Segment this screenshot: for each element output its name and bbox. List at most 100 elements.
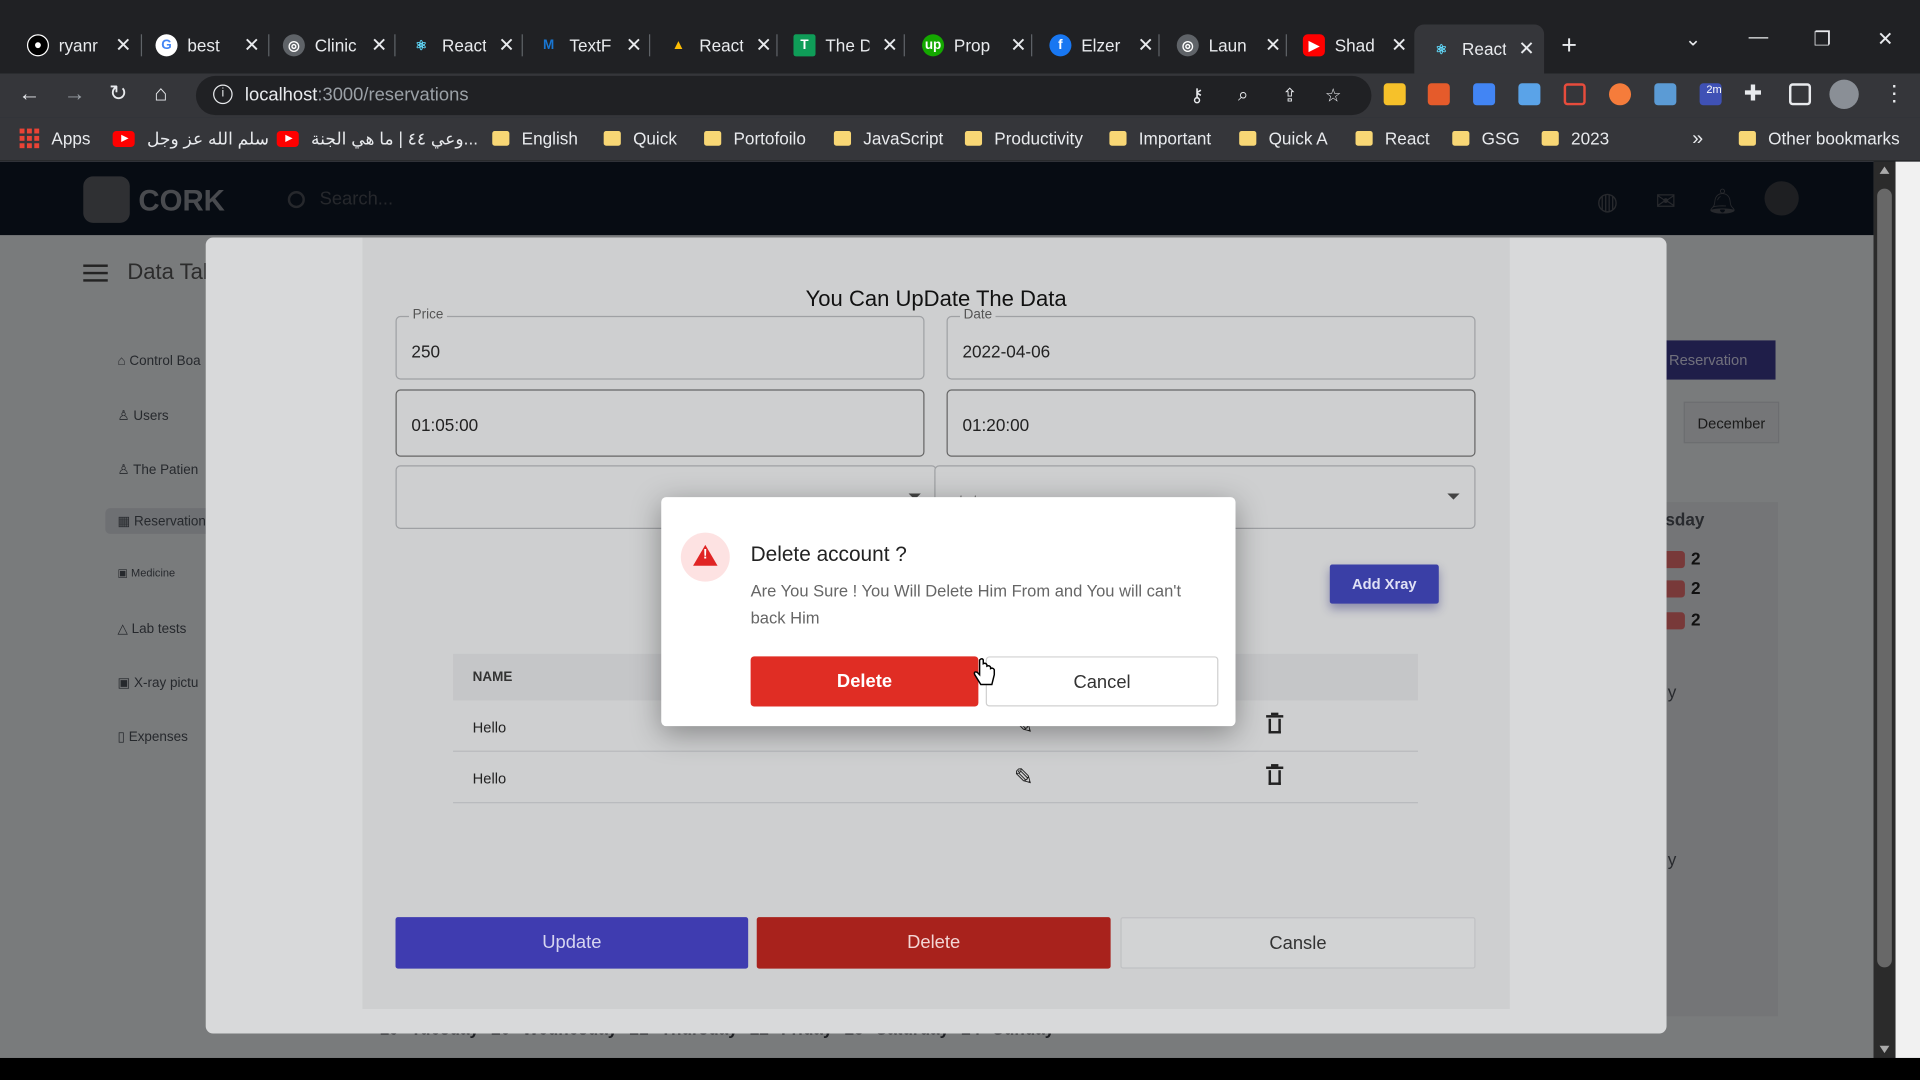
reload-icon[interactable]: ↻	[109, 81, 127, 107]
share-icon[interactable]: ⇪	[1282, 84, 1297, 107]
bookmarks-overflow-icon[interactable]: »	[1692, 129, 1703, 151]
start-time-field[interactable]: 01:05:00	[395, 389, 925, 457]
extension-icon[interactable]	[1383, 83, 1406, 106]
bookmark-important[interactable]: Important	[1109, 129, 1211, 148]
confirm-delete-button[interactable]: Delete	[750, 656, 979, 707]
add-xray-button[interactable]: Add Xray	[1329, 564, 1439, 604]
bookmark-youtube-1[interactable]: سلم الله عز وجل	[112, 129, 269, 150]
address-bar[interactable]: i localhost:3000/reservations ⚷ ⌕ ⇪ ☆	[195, 75, 1372, 116]
back-icon[interactable]: ←	[18, 81, 40, 107]
forward-icon[interactable]: →	[64, 81, 86, 107]
close-icon[interactable]: ✕	[1518, 37, 1534, 61]
folder-icon	[492, 131, 510, 146]
close-icon[interactable]: ✕	[1391, 33, 1407, 57]
pencil-icon[interactable]: ✎	[1014, 764, 1033, 792]
hand-cursor-icon	[973, 658, 996, 686]
tab-divider	[140, 34, 143, 57]
bookmark-quick-a[interactable]: Quick A	[1239, 129, 1328, 148]
tab-search-icon[interactable]: ⌄	[1685, 27, 1701, 51]
warning-icon	[680, 532, 730, 582]
trash-icon[interactable]	[1266, 712, 1284, 734]
bookmark-productivity[interactable]: Productivity	[964, 129, 1083, 148]
bookmark-english[interactable]: English	[492, 129, 578, 148]
bookmark-portofoilo[interactable]: Portofoilo	[704, 129, 806, 148]
close-icon[interactable]: ✕	[756, 33, 772, 57]
translate-icon[interactable]	[1473, 83, 1496, 106]
close-icon[interactable]: ✕	[1138, 33, 1154, 57]
profile-avatar[interactable]	[1829, 79, 1859, 109]
extension-todoist-icon[interactable]	[1427, 83, 1450, 106]
cancel-button[interactable]: Cansle	[1120, 917, 1476, 969]
close-icon[interactable]: ✕	[244, 33, 260, 57]
close-window-icon[interactable]: ✕	[1877, 27, 1893, 51]
extension-timer-icon[interactable]: 2m	[1699, 83, 1722, 106]
folder-icon	[833, 131, 852, 146]
dialog-cancel-button[interactable]: Cancel	[985, 656, 1219, 707]
extension-icon[interactable]	[1518, 83, 1541, 106]
close-icon[interactable]: ✕	[115, 33, 131, 57]
row-name: Hello	[472, 770, 507, 788]
tab-textf[interactable]: M TextF ✕	[538, 27, 642, 64]
scrollbar-thumb[interactable]	[1877, 188, 1892, 968]
new-tab-icon[interactable]: +	[1561, 29, 1577, 61]
sidepanel-icon[interactable]	[1788, 83, 1812, 106]
tab-clinic[interactable]: ◎ Clinic ✕	[282, 27, 387, 64]
minimize-icon[interactable]: —	[1749, 27, 1769, 49]
close-icon[interactable]: ✕	[371, 33, 387, 57]
tab-youtube[interactable]: ▶ Shad ✕	[1302, 27, 1407, 64]
key-icon[interactable]: ⚷	[1190, 84, 1203, 107]
row-name: Hello	[472, 718, 507, 736]
end-time-field[interactable]: 01:20:00	[946, 389, 1476, 457]
tab-launch[interactable]: ◎ Laun ✕	[1176, 27, 1281, 64]
tab-sheets[interactable]: T The D ✕	[793, 27, 898, 64]
close-icon[interactable]: ✕	[1265, 33, 1281, 57]
tab-divider	[521, 34, 523, 57]
bookmark-other[interactable]: Other bookmarks	[1738, 129, 1900, 148]
close-icon[interactable]: ✕	[1010, 33, 1026, 57]
drive-icon: ▲	[671, 37, 686, 53]
close-icon[interactable]: ✕	[882, 33, 898, 57]
site-info-icon[interactable]: i	[213, 84, 233, 105]
close-icon[interactable]: ✕	[626, 33, 642, 57]
dialog-title: Delete account ?	[750, 542, 907, 566]
puzzle-icon[interactable]: ✚	[1744, 81, 1762, 107]
update-button[interactable]: Update	[395, 917, 749, 969]
bookmark-youtube-2[interactable]: وعي ٤٤ | ما هي الجنة...	[276, 129, 478, 150]
home-icon[interactable]: ⌂	[154, 81, 167, 107]
page-scrollbar[interactable]	[1873, 161, 1896, 1058]
bookmark-2023[interactable]: 2023	[1541, 129, 1609, 148]
tab-react-1[interactable]: ⚛ React ✕	[410, 27, 515, 64]
menu-kebab-icon[interactable]: ⋮	[1883, 81, 1905, 107]
extension-badge: 2m	[1706, 83, 1722, 96]
bookmark-star-icon[interactable]: ☆	[1325, 84, 1341, 107]
bookmark-javascript[interactable]: JavaScript	[833, 129, 943, 148]
bookmark-react[interactable]: React	[1355, 129, 1430, 148]
tab-divider	[1285, 34, 1287, 57]
url-path: :3000/reservations	[317, 84, 469, 106]
bookmark-gsg[interactable]: GSG	[1452, 129, 1520, 148]
scroll-down-icon[interactable]	[1879, 1045, 1890, 1054]
extension-pen-icon[interactable]	[1654, 83, 1677, 106]
bookmark-quick[interactable]: Quick	[603, 129, 677, 148]
price-field[interactable]: Price 250	[395, 307, 925, 380]
date-field[interactable]: Date 2022-04-06	[946, 307, 1476, 380]
extension-icon[interactable]	[1608, 83, 1632, 106]
bookmark-apps[interactable]: Apps	[19, 128, 91, 149]
restore-icon[interactable]: ❐	[1813, 27, 1831, 51]
tab-facebook[interactable]: f Elzer ✕	[1049, 27, 1154, 64]
scroll-up-icon[interactable]	[1879, 166, 1890, 174]
delete-button[interactable]: Delete	[756, 917, 1111, 969]
tab-drive[interactable]: ▲ React ✕	[667, 27, 772, 64]
tab-divider	[1031, 34, 1033, 57]
tab-google[interactable]: Gbest ✕	[155, 27, 260, 64]
trash-icon[interactable]	[1266, 764, 1284, 785]
close-icon[interactable]: ✕	[498, 33, 514, 57]
extension-cast-icon[interactable]	[1563, 83, 1586, 106]
zoom-icon[interactable]: ⌕	[1238, 84, 1248, 105]
url-host: localhost	[244, 84, 318, 106]
tab-upwork[interactable]: up Prop ✕	[922, 27, 1027, 64]
tab-react-active[interactable]: ⚛ React ✕	[1414, 24, 1545, 74]
folder-icon	[1109, 131, 1127, 146]
folder-icon	[964, 131, 983, 146]
tab-github[interactable]: ● ryanr ✕	[26, 27, 132, 64]
